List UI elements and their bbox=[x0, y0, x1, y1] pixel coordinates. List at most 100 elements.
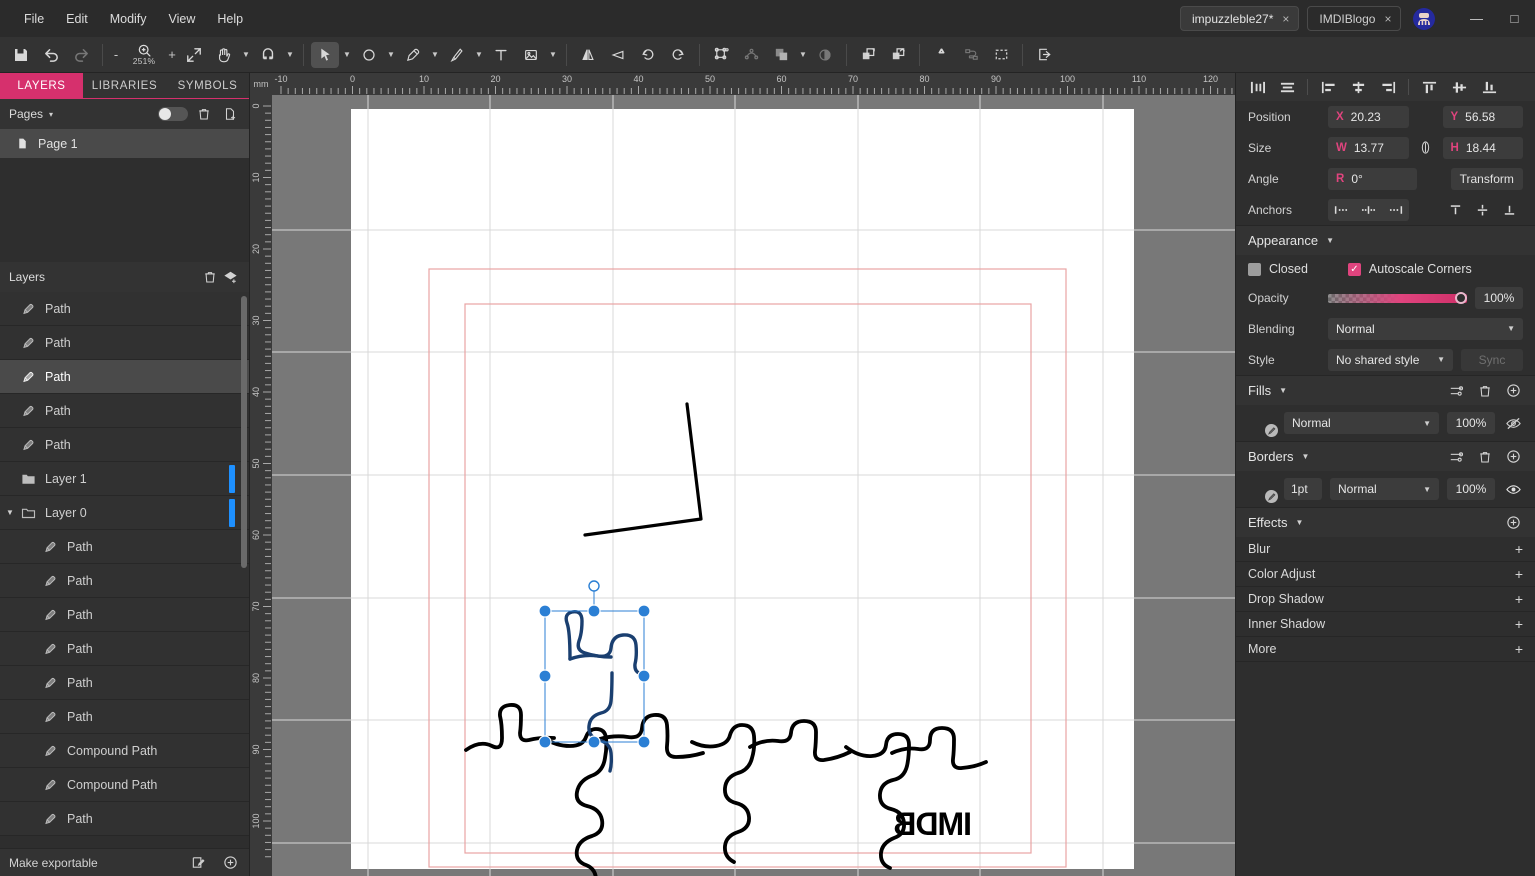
send-backward-icon[interactable] bbox=[884, 42, 912, 68]
fill-blend-select[interactable]: Normal ▼ bbox=[1284, 412, 1439, 434]
distribute-horizontal-icon[interactable] bbox=[1244, 76, 1270, 98]
style-select[interactable]: No shared style ▼ bbox=[1328, 349, 1453, 371]
layer-row[interactable]: Path bbox=[0, 598, 249, 632]
menu-modify[interactable]: Modify bbox=[100, 8, 157, 30]
size-h-input[interactable]: H 18.44 bbox=[1443, 137, 1524, 159]
layer-row[interactable]: Path bbox=[0, 564, 249, 598]
position-x-input[interactable]: X 20.23 bbox=[1328, 106, 1409, 128]
canvas-content[interactable]: IMDB 2 bbox=[272, 95, 1235, 876]
eye-icon[interactable] bbox=[1503, 482, 1523, 497]
ellipse-shape-icon[interactable] bbox=[355, 42, 383, 68]
chevron-down-icon[interactable]: ▼ bbox=[797, 42, 809, 68]
align-center-horizontal-icon[interactable] bbox=[1345, 76, 1371, 98]
anchor-middle-icon[interactable] bbox=[1470, 199, 1496, 221]
chevron-down-icon[interactable]: ▼ bbox=[1296, 518, 1304, 527]
chevron-down-icon[interactable]: ▾ bbox=[49, 110, 53, 119]
closed-checkbox[interactable] bbox=[1248, 263, 1261, 276]
align-bottom-icon[interactable] bbox=[1476, 76, 1502, 98]
save-icon[interactable] bbox=[7, 42, 35, 68]
add-effect-icon[interactable]: + bbox=[1515, 616, 1523, 632]
align-left-icon[interactable] bbox=[1315, 76, 1341, 98]
selection-arrow-icon[interactable] bbox=[311, 42, 339, 68]
sliders-icon[interactable] bbox=[1447, 447, 1467, 467]
borders-section-header[interactable]: Borders ▼ bbox=[1236, 441, 1535, 471]
add-circle-icon[interactable] bbox=[1503, 447, 1523, 467]
layers-list[interactable]: PathPathPathPathPathLayer 1▼Layer 0PathP… bbox=[0, 292, 249, 848]
opacity-slider[interactable] bbox=[1328, 294, 1467, 303]
layer-row[interactable]: Path bbox=[0, 666, 249, 700]
menu-help[interactable]: Help bbox=[207, 8, 253, 30]
chevron-down-icon[interactable]: ▼ bbox=[341, 42, 353, 68]
layer-row[interactable]: Compound Path bbox=[0, 734, 249, 768]
zoom-control[interactable]: 251% bbox=[124, 43, 164, 66]
distribute-vertical-icon[interactable] bbox=[1274, 76, 1300, 98]
sliders-icon[interactable] bbox=[1447, 381, 1467, 401]
layer-row[interactable]: Path bbox=[0, 802, 249, 836]
chevron-down-icon[interactable]: ▼ bbox=[429, 42, 441, 68]
add-effect-icon[interactable]: + bbox=[1515, 641, 1523, 657]
add-effect-icon[interactable]: + bbox=[1515, 541, 1523, 557]
add-effect-icon[interactable]: + bbox=[1515, 566, 1523, 582]
layer-row[interactable]: Path bbox=[0, 530, 249, 564]
bring-forward-icon[interactable] bbox=[854, 42, 882, 68]
add-circle-icon[interactable] bbox=[1503, 381, 1523, 401]
layer-row[interactable]: Path bbox=[0, 700, 249, 734]
maximize-icon[interactable]: □ bbox=[1495, 4, 1533, 34]
chevron-down-icon[interactable]: ▼ bbox=[1279, 386, 1287, 395]
trash-icon[interactable] bbox=[200, 267, 220, 287]
angle-input[interactable]: R 0° bbox=[1328, 168, 1417, 190]
sync-button[interactable]: Sync bbox=[1461, 349, 1523, 371]
fill-color-swatch[interactable] bbox=[1248, 411, 1276, 435]
opacity-value[interactable]: 100% bbox=[1475, 287, 1523, 309]
brush-icon[interactable] bbox=[443, 42, 471, 68]
canvas-area[interactable]: mm -100102030405060708090100110120 01020… bbox=[250, 73, 1235, 876]
eye-off-icon[interactable] bbox=[1503, 416, 1523, 431]
image-icon[interactable] bbox=[517, 42, 545, 68]
anchor-left-icon[interactable] bbox=[1328, 199, 1355, 221]
vertical-ruler[interactable]: 0102030405060708090100 bbox=[250, 73, 272, 876]
effect-row[interactable]: Color Adjust+ bbox=[1236, 562, 1535, 587]
menu-view[interactable]: View bbox=[159, 8, 206, 30]
border-width-input[interactable]: 1pt bbox=[1284, 478, 1322, 500]
boolean-union-icon[interactable] bbox=[767, 42, 795, 68]
text-icon[interactable] bbox=[487, 42, 515, 68]
autoscale-corners-checkbox[interactable]: ✓ bbox=[1348, 263, 1361, 276]
tab-layers[interactable]: LAYERS bbox=[0, 73, 83, 98]
flip-vertical-icon[interactable] bbox=[604, 42, 632, 68]
layer-row[interactable]: Path bbox=[0, 360, 249, 394]
effect-row[interactable]: More+ bbox=[1236, 637, 1535, 662]
tab-symbols[interactable]: SYMBOLS bbox=[166, 73, 249, 98]
border-blend-select[interactable]: Normal ▼ bbox=[1330, 478, 1439, 500]
snap-magnet-icon[interactable] bbox=[254, 42, 282, 68]
rotate-right-icon[interactable] bbox=[664, 42, 692, 68]
anchor-bottom-icon[interactable] bbox=[1497, 199, 1523, 221]
trash-icon[interactable] bbox=[1475, 447, 1495, 467]
export-settings-icon[interactable] bbox=[188, 853, 208, 873]
disclosure-triangle-icon[interactable]: ▼ bbox=[6, 508, 14, 517]
chevron-down-icon[interactable]: ▼ bbox=[1302, 452, 1310, 461]
layer-row[interactable]: Path bbox=[0, 292, 249, 326]
layer-row[interactable]: Layer 1 bbox=[0, 462, 249, 496]
effects-section-header[interactable]: Effects ▼ bbox=[1236, 507, 1535, 537]
position-y-input[interactable]: Y 56.58 bbox=[1443, 106, 1524, 128]
add-circle-icon[interactable] bbox=[220, 853, 240, 873]
layer-row[interactable]: Path bbox=[0, 326, 249, 360]
undo-icon[interactable] bbox=[37, 42, 65, 68]
page-item[interactable]: Page 1 bbox=[0, 129, 249, 158]
layers-scrollbar[interactable] bbox=[241, 296, 247, 568]
align-top-icon[interactable] bbox=[1416, 76, 1442, 98]
zoom-in-button[interactable]: + bbox=[166, 47, 178, 62]
hand-icon[interactable] bbox=[210, 42, 238, 68]
appearance-section-header[interactable]: Appearance ▼ bbox=[1236, 225, 1535, 255]
mask-icon[interactable] bbox=[811, 42, 839, 68]
layer-row[interactable]: Path bbox=[0, 428, 249, 462]
border-opacity-value[interactable]: 100% bbox=[1447, 478, 1495, 500]
align-right-icon[interactable] bbox=[1375, 76, 1401, 98]
close-icon[interactable]: × bbox=[1384, 13, 1391, 25]
make-exportable-label[interactable]: Make exportable bbox=[9, 856, 98, 870]
effect-row[interactable]: Drop Shadow+ bbox=[1236, 587, 1535, 612]
recycle-icon[interactable] bbox=[927, 42, 955, 68]
redo-icon[interactable] bbox=[67, 42, 95, 68]
menu-edit[interactable]: Edit bbox=[56, 8, 98, 30]
layer-row[interactable]: ▼Layer 0 bbox=[0, 496, 249, 530]
